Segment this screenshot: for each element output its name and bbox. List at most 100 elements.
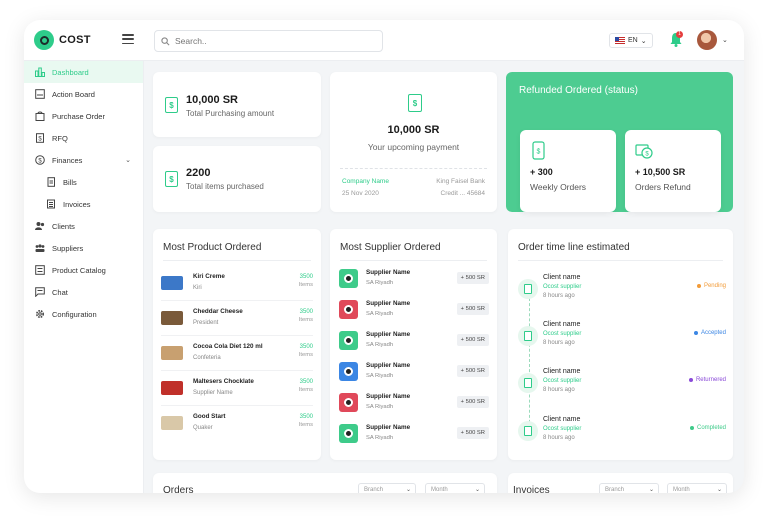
product-unit: Items (298, 387, 313, 393)
sidebar-item-purchase-order[interactable]: Purchase Order (24, 105, 143, 127)
timeline-item[interactable]: Client name Ocost supplier 8 hours ago Acce… (518, 320, 726, 356)
bank-name: King Faisel Bank (436, 178, 485, 185)
upcoming-payment-value: 10,000 SR (387, 124, 440, 136)
month-select[interactable]: Month ⌄ (667, 483, 727, 493)
supplier-city: SA Riyadh (366, 342, 394, 348)
product-quantity: 3500 (299, 414, 313, 420)
supplier-logo-icon (339, 424, 358, 443)
timeline-supplier: Ocost supplier (543, 331, 582, 337)
purchase-order-icon (35, 111, 45, 121)
weekly-orders-card: $ + 300 Weekly Orders (520, 130, 616, 212)
supplier-row[interactable]: Supplier Name SA Riyadh + 500 SR (339, 265, 489, 296)
weekly-orders-value: + 300 (530, 167, 553, 177)
total-purchasing-label: Total Purchasing amount (186, 109, 275, 118)
most-supplier-panel: Most Supplier Ordered Supplier Name SA Ri… (330, 229, 497, 460)
upcoming-payment-label: Your upcoming payment (367, 142, 460, 152)
supplier-amount-badge: + 500 SR (456, 334, 489, 346)
supplier-city: SA Riyadh (366, 404, 394, 410)
sidebar-item-finances[interactable]: $ Finances ⌄ (24, 149, 143, 171)
sidebar-item-action-board[interactable]: Action Board (24, 83, 143, 105)
most-product-panel: Most Product Ordered Kiri Creme Kiri 3500 I… (153, 229, 321, 460)
timeline-item[interactable]: Client name Ocost supplier 8 hours ago Retu… (518, 367, 726, 403)
avatar-chevron-icon[interactable]: ⌄ (722, 36, 728, 44)
product-quantity: 3500 (299, 344, 313, 350)
sidebar-item-label: Chat (52, 287, 68, 297)
search-input[interactable] (175, 36, 375, 46)
orders-refund-label: Orders Refund (635, 182, 691, 192)
product-row[interactable]: Kiri Creme Kiri 3500 Items (161, 266, 313, 301)
status-label: Pending (703, 283, 726, 289)
logo[interactable]: COST (34, 30, 91, 50)
bills-icon (46, 177, 56, 187)
sidebar-item-dashboard[interactable]: Dashboard (24, 61, 143, 83)
chat-icon (35, 287, 45, 297)
product-name: Cocoa Cola Diet 120 ml (193, 343, 263, 350)
invoices-icon (46, 199, 56, 209)
dashboard-icon (35, 67, 45, 77)
branch-select[interactable]: Branch ⌄ (599, 483, 659, 493)
sidebar-item-rfq[interactable]: $ RFQ (24, 127, 143, 149)
product-brand: Supplier Name (193, 390, 233, 396)
supplier-name: Supplier Name (366, 300, 411, 307)
most-product-title: Most Product Ordered (163, 242, 262, 253)
supplier-amount-badge: + 500 SR (456, 272, 489, 284)
clients-icon (35, 221, 45, 231)
status-dot (688, 378, 693, 382)
month-select[interactable]: Month ⌄ (425, 483, 485, 493)
product-brand: Quaker (193, 425, 213, 431)
timeline-title: Order time line estimated (518, 242, 630, 253)
sidebar-item-label: Purchase Order (52, 111, 105, 121)
supplier-row[interactable]: Supplier Name SA Riyadh + 500 SR (339, 358, 489, 389)
payment-date: 25 Nov 2020 (342, 190, 379, 197)
supplier-row[interactable]: Supplier Name SA Riyadh + 500 SR (339, 296, 489, 327)
product-row[interactable]: Cocoa Cola Diet 120 ml Confeteria 3500 Item… (161, 336, 313, 371)
sidebar-item-clients[interactable]: Clients (24, 215, 143, 237)
sidebar-item-label: Bills (63, 177, 77, 187)
timeline-time: 8 hours ago (543, 435, 575, 441)
product-catalog-icon (35, 265, 45, 275)
menu-toggle-icon[interactable] (122, 34, 134, 44)
product-image (161, 381, 183, 395)
svg-text:$: $ (38, 137, 42, 143)
order-document-icon (518, 421, 538, 441)
product-row[interactable]: Good Start Quaker 3500 Items (161, 406, 313, 441)
sidebar-item-bills[interactable]: Bills (24, 171, 143, 193)
sidebar-item-suppliers[interactable]: Suppliers (24, 237, 143, 259)
status-badge: Completed (689, 425, 726, 431)
supplier-logo-icon (339, 393, 358, 412)
sidebar-item-chat[interactable]: Chat (24, 281, 143, 303)
language-label: EN (628, 37, 638, 44)
status-badge: Accepted (693, 330, 726, 336)
product-image (161, 311, 183, 325)
timeline-client-name: Client name (543, 274, 581, 281)
branch-select[interactable]: Branch ⌄ (358, 483, 416, 493)
avatar[interactable] (697, 30, 717, 50)
timeline-client-name: Client name (543, 368, 581, 375)
timeline-item[interactable]: Client name Ocost supplier 8 hours ago Comp… (518, 415, 726, 451)
notification-badge: 1 (676, 31, 683, 38)
product-row[interactable]: Cheddar Cheese President 3500 Items (161, 301, 313, 336)
status-badge: Pending (696, 283, 726, 289)
cash-refund-icon: $ (635, 144, 653, 159)
receipt-icon: $ (165, 171, 178, 187)
chevron-down-icon: ⌄ (716, 487, 722, 493)
supplier-name: Supplier Name (366, 331, 411, 338)
language-selector[interactable]: EN ⌄ (609, 33, 653, 48)
supplier-row[interactable]: Supplier Name SA Riyadh + 500 SR (339, 420, 489, 451)
timeline-item[interactable]: Client name Ocost supplier 8 hours ago Pend… (518, 273, 726, 309)
top-bar: COST EN ⌄ 1 ⌄ (24, 20, 744, 61)
sidebar-item-label: Action Board (52, 89, 95, 99)
chevron-down-icon[interactable]: ⌄ (125, 156, 131, 164)
sidebar-item-invoices[interactable]: Invoices (24, 193, 143, 215)
orders-refund-card: $ + 10,500 SR Orders Refund (625, 130, 721, 212)
rfq-icon: $ (35, 133, 45, 143)
total-items-value: 2200 (186, 167, 211, 179)
total-purchasing-card: $ 10,000 SR Total Purchasing amount (153, 72, 321, 137)
sidebar-item-configuration[interactable]: Configuration (24, 303, 143, 325)
supplier-row[interactable]: Supplier Name SA Riyadh + 500 SR (339, 389, 489, 420)
search-box[interactable] (154, 30, 383, 52)
supplier-row[interactable]: Supplier Name SA Riyadh + 500 SR (339, 327, 489, 358)
total-items-card: $ 2200 Total items purchased (153, 146, 321, 212)
product-row[interactable]: Maltesers Chocklate Supplier Name 3500 Item… (161, 371, 313, 406)
sidebar-item-product-catalog[interactable]: Product Catalog (24, 259, 143, 281)
